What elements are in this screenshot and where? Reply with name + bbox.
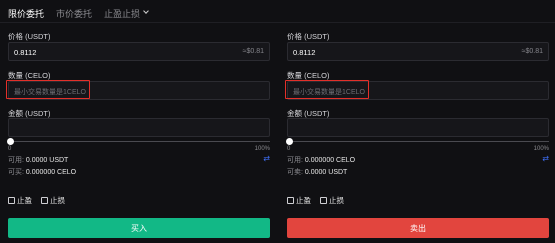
buy-panel: 价格 (USDT) 0.8112 ≈$0.81 数量 (CELO) 最小交易数量… bbox=[6, 0, 270, 243]
buy-quantity-input[interactable]: 最小交易数量是1CELO bbox=[8, 81, 270, 100]
sell-quantity-input[interactable]: 最小交易数量是1CELO bbox=[287, 81, 549, 100]
price-approx: ≈$0.81 bbox=[242, 48, 264, 55]
quantity-label: 数量 (CELO) bbox=[8, 71, 51, 80]
sell-amount-input[interactable] bbox=[287, 118, 549, 137]
available-value: 0.000000 CELO bbox=[304, 157, 356, 164]
buy-tpsl-options: 止盈 止损 bbox=[8, 195, 65, 206]
checkbox-label: 止损 bbox=[329, 196, 344, 205]
take-profit-checkbox[interactable]: 止盈 bbox=[8, 195, 32, 206]
sellable-value: 0.0000 USDT bbox=[304, 169, 348, 176]
checkbox-icon bbox=[320, 197, 327, 204]
buyable-label: 可买: bbox=[8, 169, 24, 176]
slider-handle[interactable] bbox=[7, 138, 14, 145]
buy-button[interactable]: 买入 bbox=[8, 218, 270, 238]
take-profit-checkbox[interactable]: 止盈 bbox=[287, 195, 311, 206]
available-label: 可用: bbox=[287, 157, 303, 164]
quantity-label: 数量 (CELO) bbox=[287, 71, 330, 80]
slider-track bbox=[8, 141, 270, 142]
quantity-placeholder: 最小交易数量是1CELO bbox=[14, 89, 86, 96]
buy-price-input[interactable]: 0.8112 ≈$0.81 bbox=[8, 42, 270, 61]
sell-percent-slider[interactable]: 0 100% bbox=[286, 138, 549, 154]
quantity-placeholder: 最小交易数量是1CELO bbox=[293, 89, 365, 96]
swap-arrows-icon[interactable]: ⇄ bbox=[542, 155, 549, 163]
swap-arrows-icon[interactable]: ⇄ bbox=[263, 155, 270, 163]
slider-max-label: 100% bbox=[533, 146, 549, 152]
sell-panel: 价格 (USDT) 0.8112 ≈$0.81 数量 (CELO) 最小交易数量… bbox=[285, 0, 549, 243]
stop-loss-checkbox[interactable]: 止损 bbox=[320, 195, 344, 206]
stop-loss-checkbox[interactable]: 止损 bbox=[41, 195, 65, 206]
slider-track bbox=[287, 141, 549, 142]
checkbox-icon bbox=[41, 197, 48, 204]
slider-min-label: 0 bbox=[8, 146, 12, 152]
price-label: 价格 (USDT) bbox=[287, 32, 330, 41]
checkbox-label: 止损 bbox=[50, 196, 65, 205]
checkbox-icon bbox=[8, 197, 15, 204]
checkbox-label: 止盈 bbox=[17, 196, 32, 205]
slider-handle[interactable] bbox=[286, 138, 293, 145]
sell-button[interactable]: 卖出 bbox=[287, 218, 549, 238]
slider-max-label: 100% bbox=[254, 146, 270, 152]
checkbox-icon bbox=[287, 197, 294, 204]
sellable-amount: 可卖: 0.0000 USDT bbox=[287, 167, 347, 177]
sell-tpsl-options: 止盈 止损 bbox=[287, 195, 344, 206]
sellable-label: 可卖: bbox=[287, 169, 303, 176]
checkbox-label: 止盈 bbox=[296, 196, 311, 205]
buy-amount-input[interactable] bbox=[8, 118, 270, 137]
sell-price-input[interactable]: 0.8112 ≈$0.81 bbox=[287, 42, 549, 61]
price-approx: ≈$0.81 bbox=[521, 48, 543, 55]
price-value: 0.8112 bbox=[14, 48, 37, 57]
spot-order-form: 限价委托 市价委托 止盈止损 价格 (USDT) 0.8112 ≈$0.81 数… bbox=[0, 0, 555, 243]
available-value: 0.0000 USDT bbox=[25, 157, 69, 164]
buyable-amount: 可买: 0.000000 CELO bbox=[8, 167, 76, 177]
price-value: 0.8112 bbox=[293, 48, 316, 57]
slider-min-label: 0 bbox=[287, 146, 291, 152]
available-label: 可用: bbox=[8, 157, 24, 164]
buy-percent-slider[interactable]: 0 100% bbox=[7, 138, 270, 154]
available-balance: 可用: 0.0000 USDT bbox=[8, 155, 68, 165]
buyable-value: 0.000000 CELO bbox=[25, 169, 77, 176]
price-label: 价格 (USDT) bbox=[8, 32, 51, 41]
available-balance: 可用: 0.000000 CELO bbox=[287, 155, 355, 165]
